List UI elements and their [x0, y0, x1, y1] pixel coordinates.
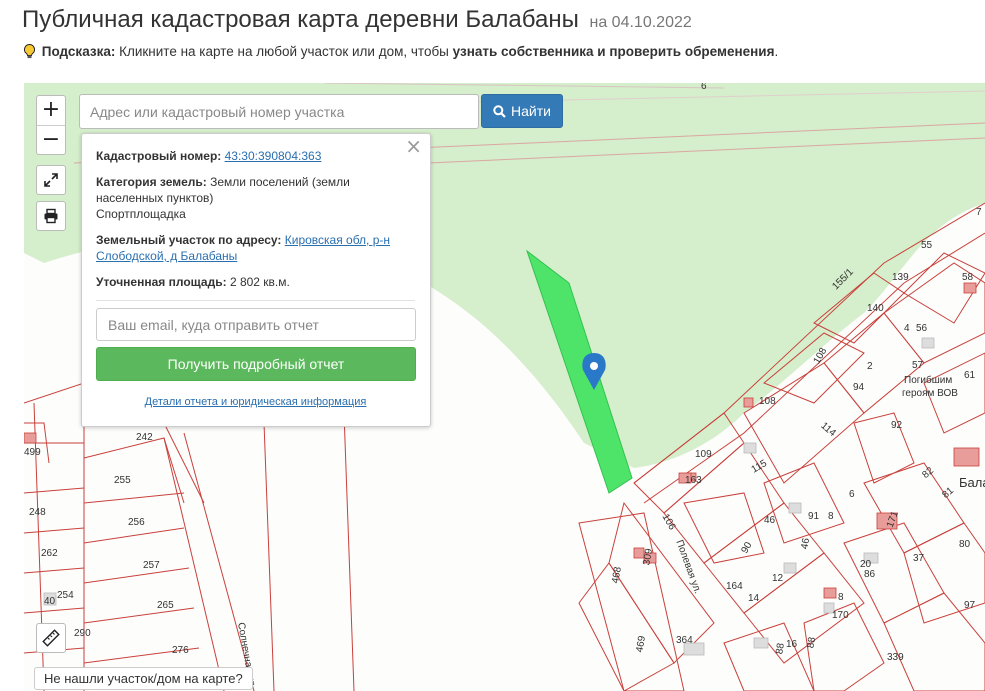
memorial-label: Погибшим	[904, 374, 952, 386]
not-found-button[interactable]: Не нашли участок/дом на карте?	[34, 667, 253, 690]
parcel-number: 40	[44, 596, 56, 607]
parcel-number: 468	[610, 566, 624, 585]
parcel-number: 171	[885, 509, 901, 529]
cadastral-map[interactable]: 499 242 255 248 256 262 257 40 254 265 2…	[24, 83, 985, 691]
email-field[interactable]	[96, 308, 416, 341]
parcel-number: 94	[853, 382, 865, 393]
parcel-number: 91	[808, 511, 820, 522]
parcel-number: 265	[157, 600, 174, 611]
parcel-number: 254	[57, 590, 74, 601]
parcel-number: 6	[701, 83, 707, 92]
street-label: Полевая ул.	[673, 539, 703, 596]
parcel-number: 8	[828, 511, 834, 522]
memorial-label-2: героям ВОВ	[902, 388, 958, 399]
parcel-info-popup: × Кадастровый номер: 43:30:390804:363 Ка…	[81, 133, 431, 427]
ruler-icon	[42, 629, 60, 647]
parcel-number: 37	[913, 553, 925, 564]
print-button[interactable]	[36, 201, 66, 231]
parcel-number: 499	[24, 447, 41, 458]
parcel-number: 255	[114, 475, 131, 486]
parcel-number: 88	[805, 636, 818, 649]
parcel-number: 58	[962, 272, 974, 283]
fullscreen-button[interactable]	[36, 165, 66, 195]
parcel-number: 364	[676, 635, 693, 646]
find-button[interactable]: Найти	[481, 94, 563, 128]
parcel-number: 469	[634, 635, 648, 654]
parcel-number: 256	[128, 517, 145, 528]
report-details-link[interactable]: Детали отчета и юридическая информация	[145, 396, 367, 408]
parcel-number: 139	[892, 272, 909, 283]
page-title: Публичная кадастровая карта деревни Бала…	[22, 6, 692, 34]
parcel-number: 140	[867, 303, 884, 314]
divider	[96, 300, 415, 301]
cadastral-label: Кадастровый номер:	[96, 149, 222, 163]
parcel-number: 163	[685, 475, 702, 486]
parcel-number: 57	[912, 360, 924, 371]
parcel-number: 16	[786, 639, 798, 650]
parcel-number: 276	[172, 645, 189, 656]
parcel-number: 6	[849, 489, 855, 500]
parcel-number: 106	[660, 512, 678, 532]
parcel-number: 14	[748, 593, 760, 604]
area-value: 2 802 кв.м.	[229, 275, 290, 289]
close-popup-button[interactable]: ×	[405, 136, 422, 156]
village-label: Бала	[959, 475, 985, 490]
address-search-input[interactable]	[79, 94, 479, 129]
expand-icon	[44, 173, 58, 187]
parcel-number: 12	[772, 573, 784, 584]
parcel-number: 115	[750, 458, 770, 476]
parcel-number: 55	[921, 240, 933, 251]
parcel-number: 46	[764, 515, 776, 526]
parcel-number: 86	[864, 569, 876, 580]
measure-button[interactable]	[36, 623, 66, 653]
find-button-label: Найти	[511, 103, 551, 119]
hint-label: Подсказка:	[41, 44, 116, 59]
lightbulb-icon	[24, 44, 35, 59]
parcel-number: 56	[916, 323, 928, 334]
parcel-number: 170	[832, 610, 849, 621]
zoom-control: + −	[36, 95, 66, 155]
hint-bold-text: узнать собственника и проверить обремене…	[452, 44, 775, 59]
page-title-text: Публичная кадастровая карта деревни Бала…	[22, 6, 579, 33]
zoom-out-button[interactable]: −	[37, 125, 65, 154]
parcel-number: 109	[695, 449, 712, 460]
parcel-number: 90	[739, 540, 754, 556]
parcel-number: 80	[959, 539, 971, 550]
parcel-number: 242	[136, 432, 153, 443]
parcel-number: 164	[726, 581, 743, 592]
hint-end: .	[774, 44, 779, 59]
print-icon	[44, 208, 58, 224]
zoom-in-button[interactable]: +	[37, 96, 65, 125]
parcel-number: 290	[74, 628, 91, 639]
parcel-number: 4	[904, 323, 910, 334]
parcel-number: 108	[759, 396, 776, 407]
parcel-number: 8	[838, 592, 844, 603]
parcel-number: 2	[867, 361, 873, 372]
parcel-number: 114	[818, 420, 838, 439]
parcel-number: 262	[41, 548, 58, 559]
parcel-number: 61	[964, 370, 976, 381]
get-report-button[interactable]: Получить подробный отчет	[96, 347, 416, 381]
cadastral-number-link[interactable]: 43:30:390804:363	[225, 149, 322, 163]
parcel-number: 257	[143, 560, 160, 571]
search-icon	[493, 104, 506, 118]
parcel-number: 7	[976, 207, 982, 218]
parcel-number: 339	[887, 652, 904, 663]
hint-text: Кликните на карте на любой участок или д…	[119, 44, 449, 59]
parcel-number: 46	[799, 537, 812, 550]
category-label: Категория земель:	[96, 175, 207, 189]
parcel-number: 92	[891, 420, 903, 431]
parcel-number: 81	[940, 485, 956, 501]
address-label: Земельный участок по адресу:	[96, 233, 282, 247]
category-use: Спортплощадка	[96, 207, 186, 221]
parcel-number: 97	[964, 600, 976, 611]
hint: Подсказка: Кликните на карте на любой уч…	[24, 44, 778, 59]
page-date: на 04.10.2022	[589, 14, 692, 31]
parcel-number: 248	[29, 507, 46, 518]
area-label: Уточненная площадь:	[96, 275, 227, 289]
